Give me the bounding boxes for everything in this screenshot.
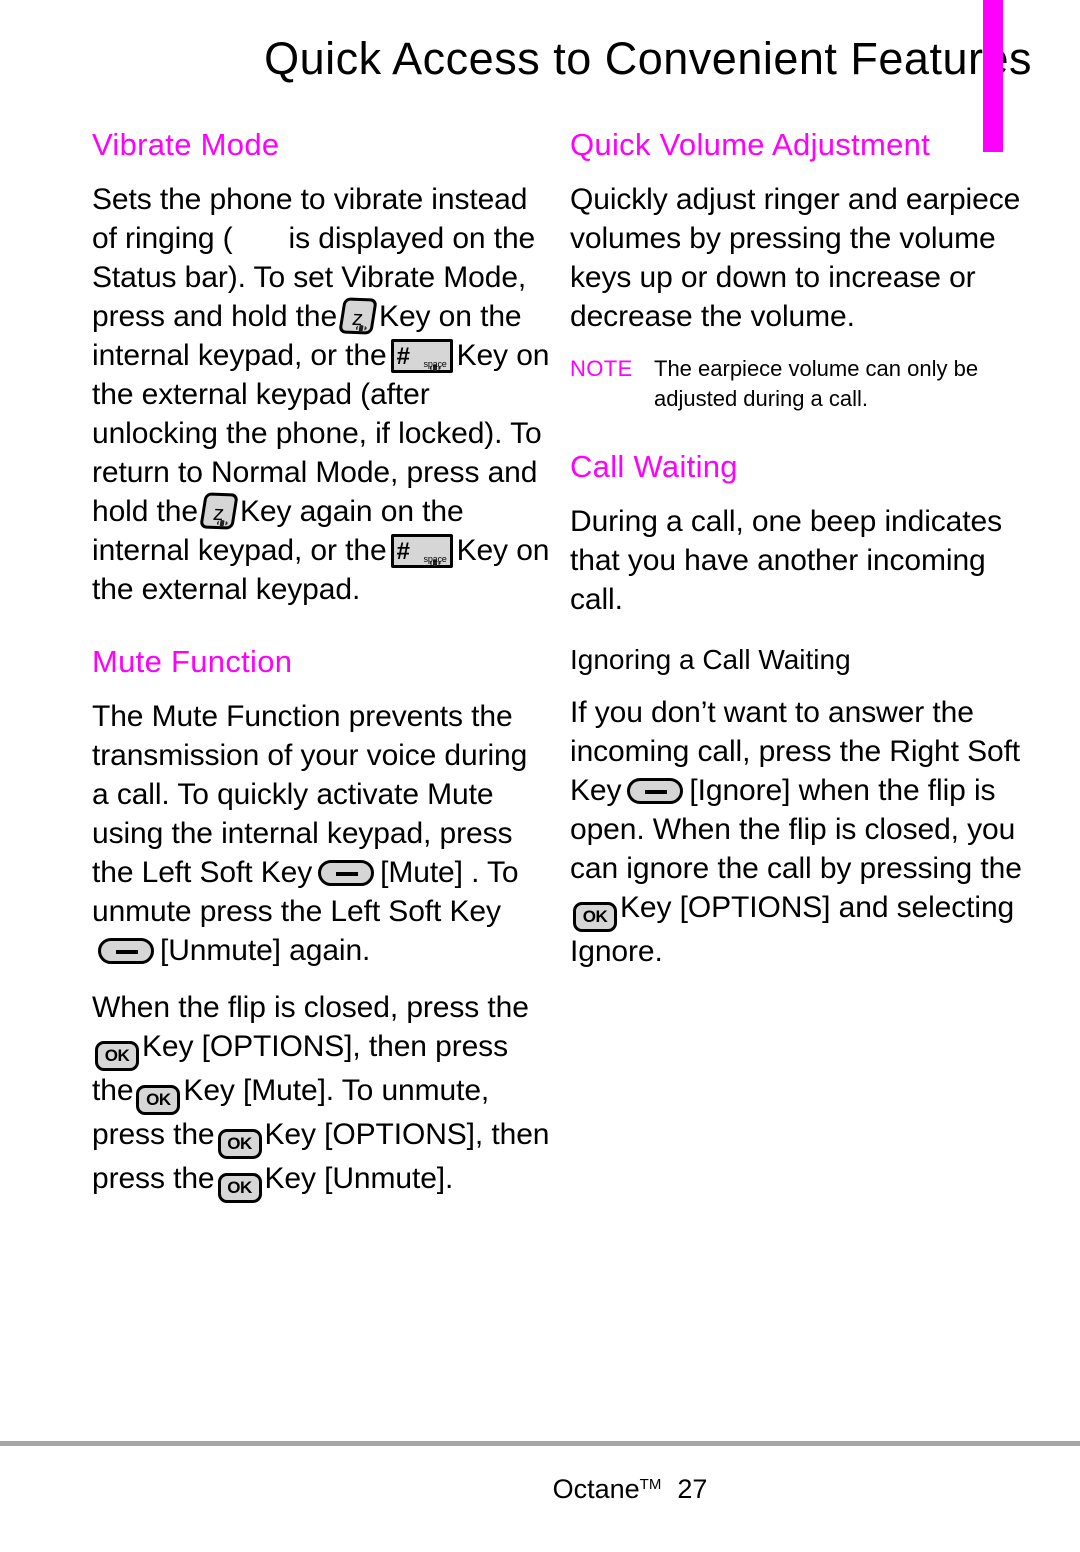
z-key-label: z bbox=[211, 501, 226, 526]
section-heading-vibrate-mode: Vibrate Mode bbox=[92, 127, 280, 162]
note-text: The earpiece volume can only be adjusted… bbox=[654, 356, 979, 411]
note-label: NOTE bbox=[570, 356, 633, 381]
ok-key-icon: OK bbox=[573, 902, 617, 932]
note-block: NOTE The earpiece volume can only be adj… bbox=[570, 354, 1030, 414]
soft-key-icon bbox=[98, 938, 154, 964]
hash-key-label: # bbox=[396, 538, 410, 565]
hash-space-key-icon: # space bbox=[390, 339, 453, 373]
section-heading-call-waiting: Call Waiting bbox=[570, 449, 738, 484]
paragraph-quick-volume-adjustment: Quickly adjust ringer and earpiece volum… bbox=[570, 180, 1030, 336]
text-run: Quickly adjust ringer and earpiece volum… bbox=[570, 183, 1021, 333]
hash-space-key-icon: # space bbox=[390, 534, 453, 568]
trademark-symbol: TM bbox=[639, 1476, 662, 1493]
ok-key-icon: OK bbox=[217, 1129, 262, 1159]
z-key-label: z bbox=[350, 306, 365, 331]
space-key-label: space bbox=[423, 359, 447, 369]
paragraph-ignoring-a-call-waiting: If you don’t want to answer the incoming… bbox=[570, 693, 1030, 971]
page-footer: OctaneTM 27 bbox=[0, 1468, 1080, 1506]
footer-inner: OctaneTM 27 bbox=[373, 1468, 708, 1506]
ok-key-icon: OK bbox=[217, 1173, 262, 1203]
vibrate-z-key-icon: z bbox=[338, 297, 378, 335]
right-column: Quick Volume Adjustment Quickly adjust r… bbox=[570, 126, 1030, 989]
page-title: Quick Access to Convenient Features bbox=[264, 33, 1032, 84]
text-run: When the flip is closed, press the bbox=[92, 991, 529, 1024]
subheading-ignoring-a-call-waiting: Ignoring a Call Waiting bbox=[570, 644, 851, 675]
page-header: Quick Access to Convenient Features bbox=[0, 0, 1080, 152]
soft-key-icon bbox=[627, 778, 684, 804]
footer-divider bbox=[0, 1441, 1080, 1446]
paragraph-call-waiting: During a call, one beep indicates that y… bbox=[570, 502, 1030, 619]
paragraph-mute-function-1: The Mute Function prevents the transmiss… bbox=[92, 697, 552, 970]
product-name: Octane bbox=[552, 1474, 640, 1504]
page-number: 27 bbox=[677, 1474, 708, 1504]
ok-key-icon: OK bbox=[136, 1085, 181, 1115]
text-run: Key [Unmute]. bbox=[264, 1162, 454, 1195]
left-column: Vibrate Mode Sets the phone to vibrate i… bbox=[92, 126, 552, 1221]
vibrate-glyph bbox=[429, 538, 441, 566]
ok-key-icon: OK bbox=[95, 1041, 139, 1071]
text-run: [Unmute] again. bbox=[160, 934, 371, 967]
text-run: During a call, one beep indicates that y… bbox=[570, 505, 1002, 616]
vibrate-z-key-icon: z bbox=[199, 492, 239, 530]
space-key-label: space bbox=[423, 554, 447, 564]
section-heading-mute-function: Mute Function bbox=[92, 644, 293, 679]
paragraph-mute-function-2: When the flip is closed, press theOK Key … bbox=[92, 988, 552, 1203]
soft-key-icon bbox=[318, 860, 375, 886]
text-run: Key [OPTIONS] and selecting Ignore. bbox=[570, 891, 1015, 968]
vibrate-status-icon-missing bbox=[233, 230, 289, 250]
section-heading-quick-volume-adjustment: Quick Volume Adjustment bbox=[570, 127, 931, 162]
paragraph-vibrate-mode: Sets the phone to vibrate instead of rin… bbox=[92, 180, 552, 609]
hash-key-label: # bbox=[396, 343, 410, 370]
vibrate-glyph bbox=[429, 343, 441, 371]
